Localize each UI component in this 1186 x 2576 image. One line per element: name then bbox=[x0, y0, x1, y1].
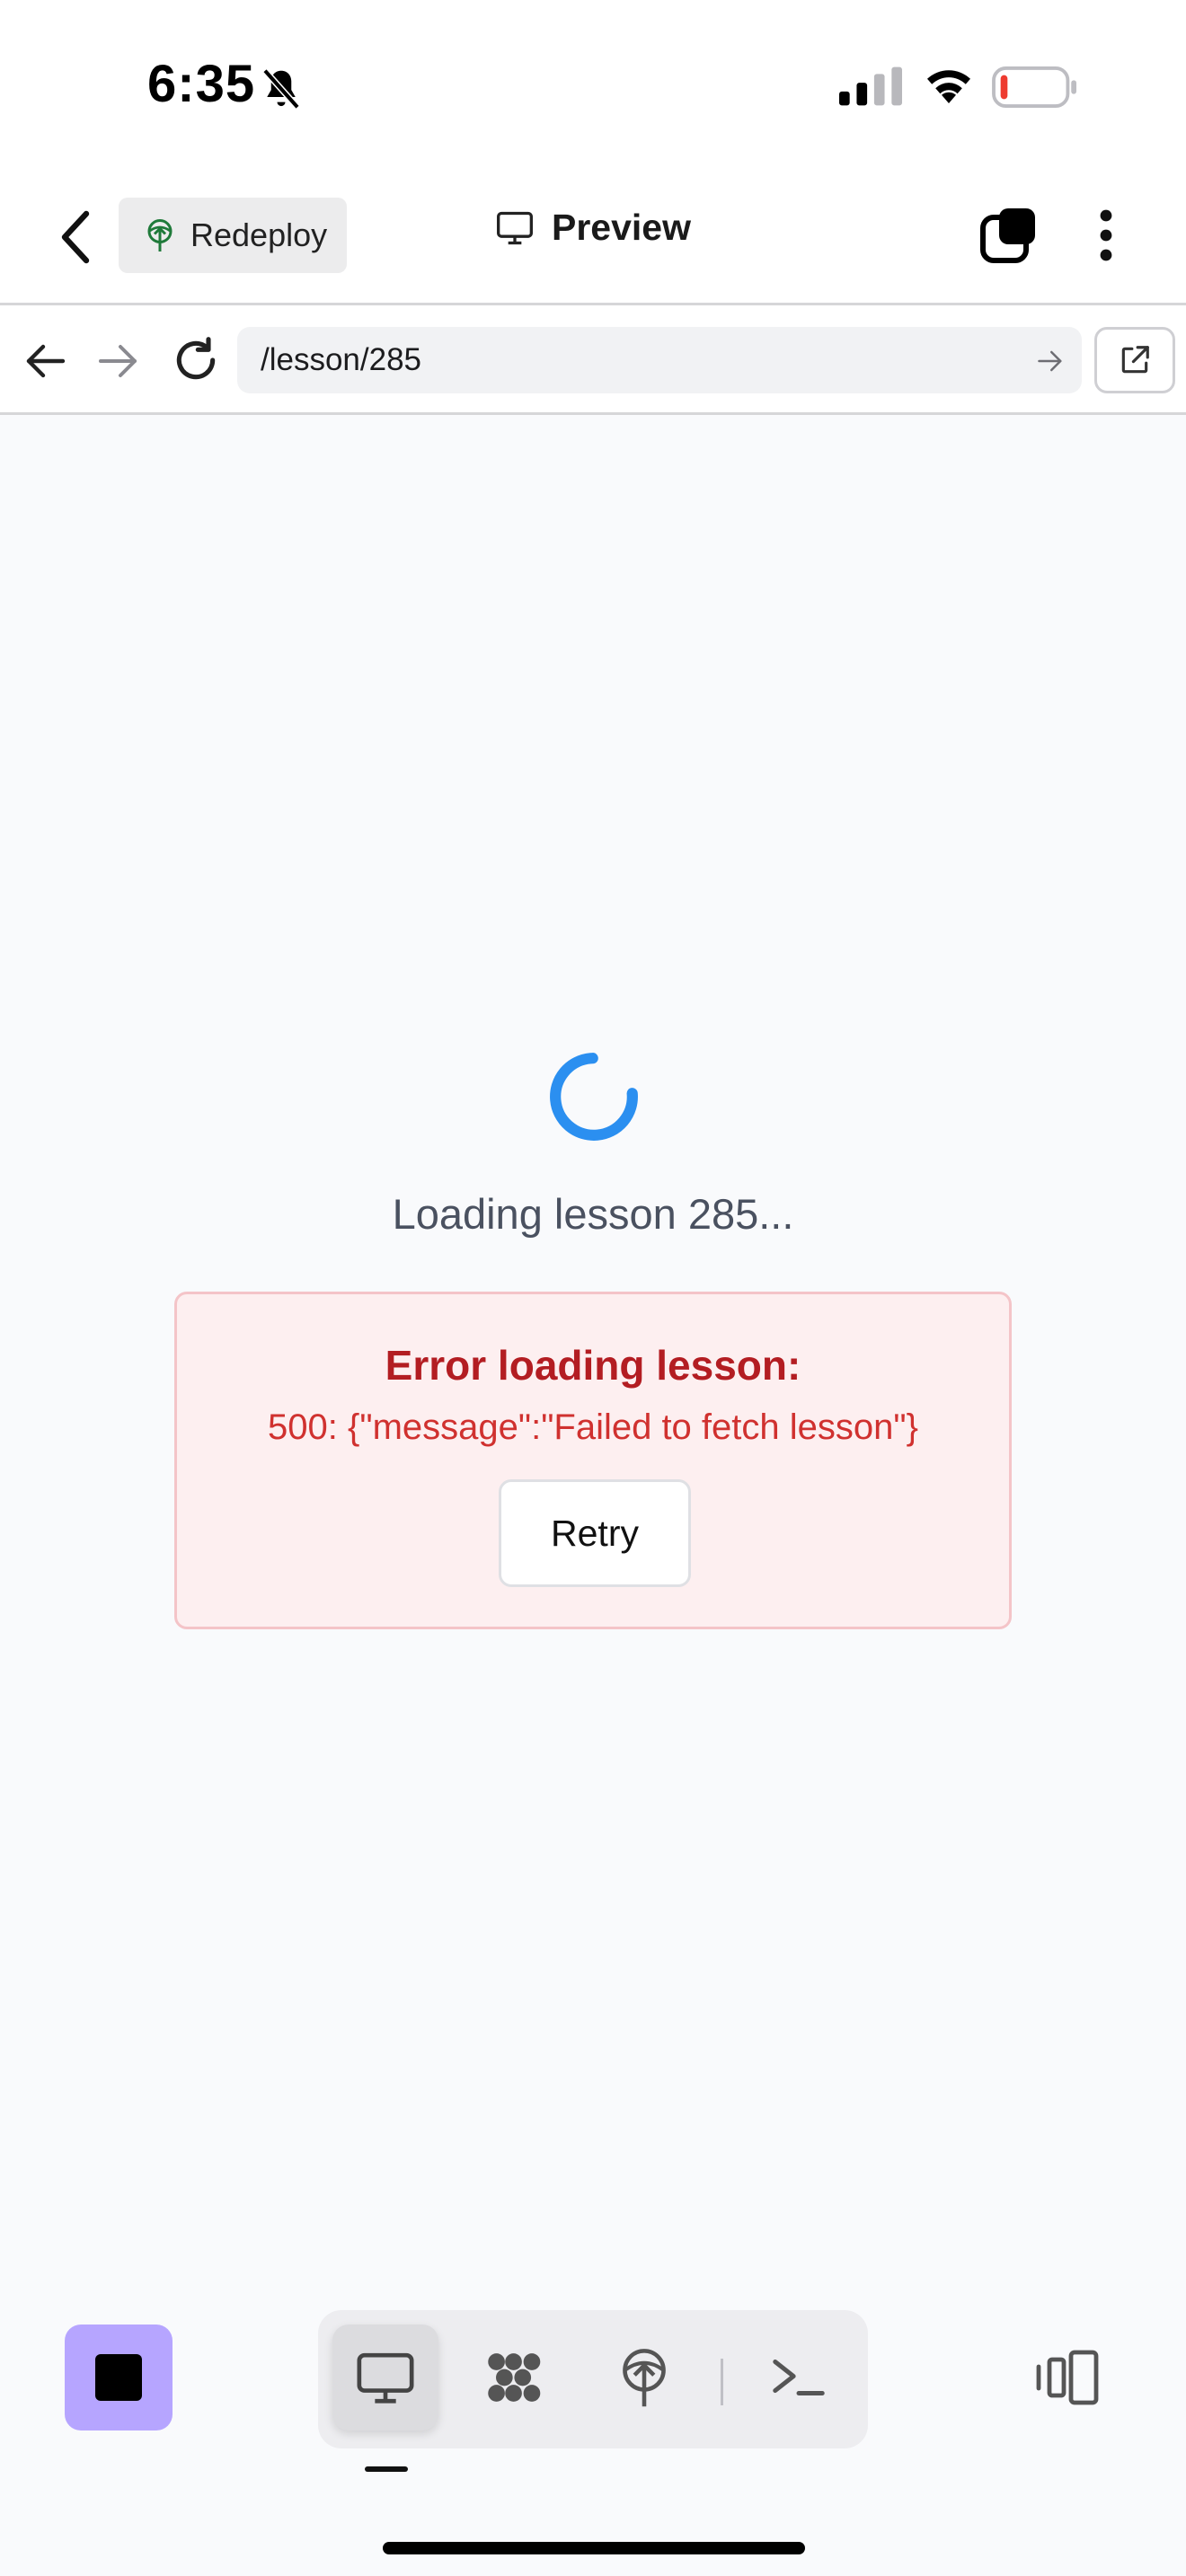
arrow-right-icon[interactable] bbox=[97, 341, 140, 381]
tabs-icon[interactable] bbox=[979, 207, 1037, 264]
url-input[interactable]: /lesson/285 bbox=[237, 327, 1082, 393]
tool-shell-button[interactable] bbox=[746, 2325, 852, 2430]
error-panel: Error loading lesson: 500: {"message":"F… bbox=[174, 1292, 1012, 1629]
reload-icon[interactable] bbox=[171, 334, 221, 386]
deploy-tree-icon bbox=[623, 2349, 666, 2407]
panel-toggle-icon[interactable] bbox=[1035, 2350, 1100, 2405]
app-top-bar: Redeploy Preview bbox=[0, 171, 1186, 305]
open-external-button[interactable] bbox=[1094, 327, 1175, 393]
status-time: 6:35 bbox=[147, 55, 256, 113]
home-indicator bbox=[383, 2542, 805, 2554]
status-bar: 6:35 bbox=[0, 0, 1186, 171]
wifi-icon bbox=[927, 70, 970, 103]
preview-content: Loading lesson 285... Error loading less… bbox=[0, 415, 1186, 2263]
url-text: /lesson/285 bbox=[261, 342, 422, 377]
monitor-icon bbox=[357, 2352, 414, 2404]
chevron-left-icon[interactable] bbox=[54, 208, 97, 266]
bell-slash-icon bbox=[262, 68, 300, 110]
tool-divider bbox=[721, 2359, 723, 2405]
stop-icon bbox=[95, 2354, 142, 2401]
agent-blob-icon bbox=[488, 2353, 541, 2402]
stop-button[interactable] bbox=[65, 2325, 173, 2430]
error-message: 500: {"message":"Failed to fetch lesson"… bbox=[268, 1407, 918, 1447]
tool-agent-button[interactable] bbox=[462, 2325, 568, 2430]
loading-spinner-icon bbox=[550, 1053, 638, 1141]
arrow-left-icon[interactable] bbox=[23, 341, 66, 381]
browser-bar: /lesson/285 bbox=[0, 307, 1186, 415]
terminal-icon bbox=[773, 2360, 825, 2395]
tool-deploy-button[interactable] bbox=[591, 2325, 697, 2430]
redeploy-label: Redeploy bbox=[190, 216, 328, 253]
tool-switcher bbox=[318, 2310, 868, 2448]
deploy-tree-icon bbox=[147, 219, 173, 251]
app-screen: 6:35 Redeploy Preview /lesson/285 Loadin… bbox=[0, 0, 1186, 2576]
battery-low-icon bbox=[992, 66, 1076, 108]
page-title: Preview bbox=[494, 207, 691, 249]
go-arrow-icon[interactable] bbox=[1037, 348, 1064, 374]
active-tab-indicator bbox=[365, 2466, 408, 2472]
redeploy-button[interactable]: Redeploy bbox=[119, 198, 347, 273]
more-vertical-icon[interactable] bbox=[1091, 207, 1121, 264]
monitor-icon bbox=[497, 211, 533, 244]
retry-button[interactable]: Retry bbox=[499, 1479, 691, 1587]
page-title-text: Preview bbox=[552, 207, 691, 248]
bottom-toolbar bbox=[0, 2263, 1186, 2576]
error-title: Error loading lesson: bbox=[385, 1342, 801, 1389]
cellular-signal-icon bbox=[839, 66, 902, 106]
loading-text: Loading lesson 285... bbox=[392, 1190, 794, 1238]
tool-preview-button[interactable] bbox=[332, 2325, 438, 2430]
open-external-icon bbox=[1121, 346, 1149, 374]
